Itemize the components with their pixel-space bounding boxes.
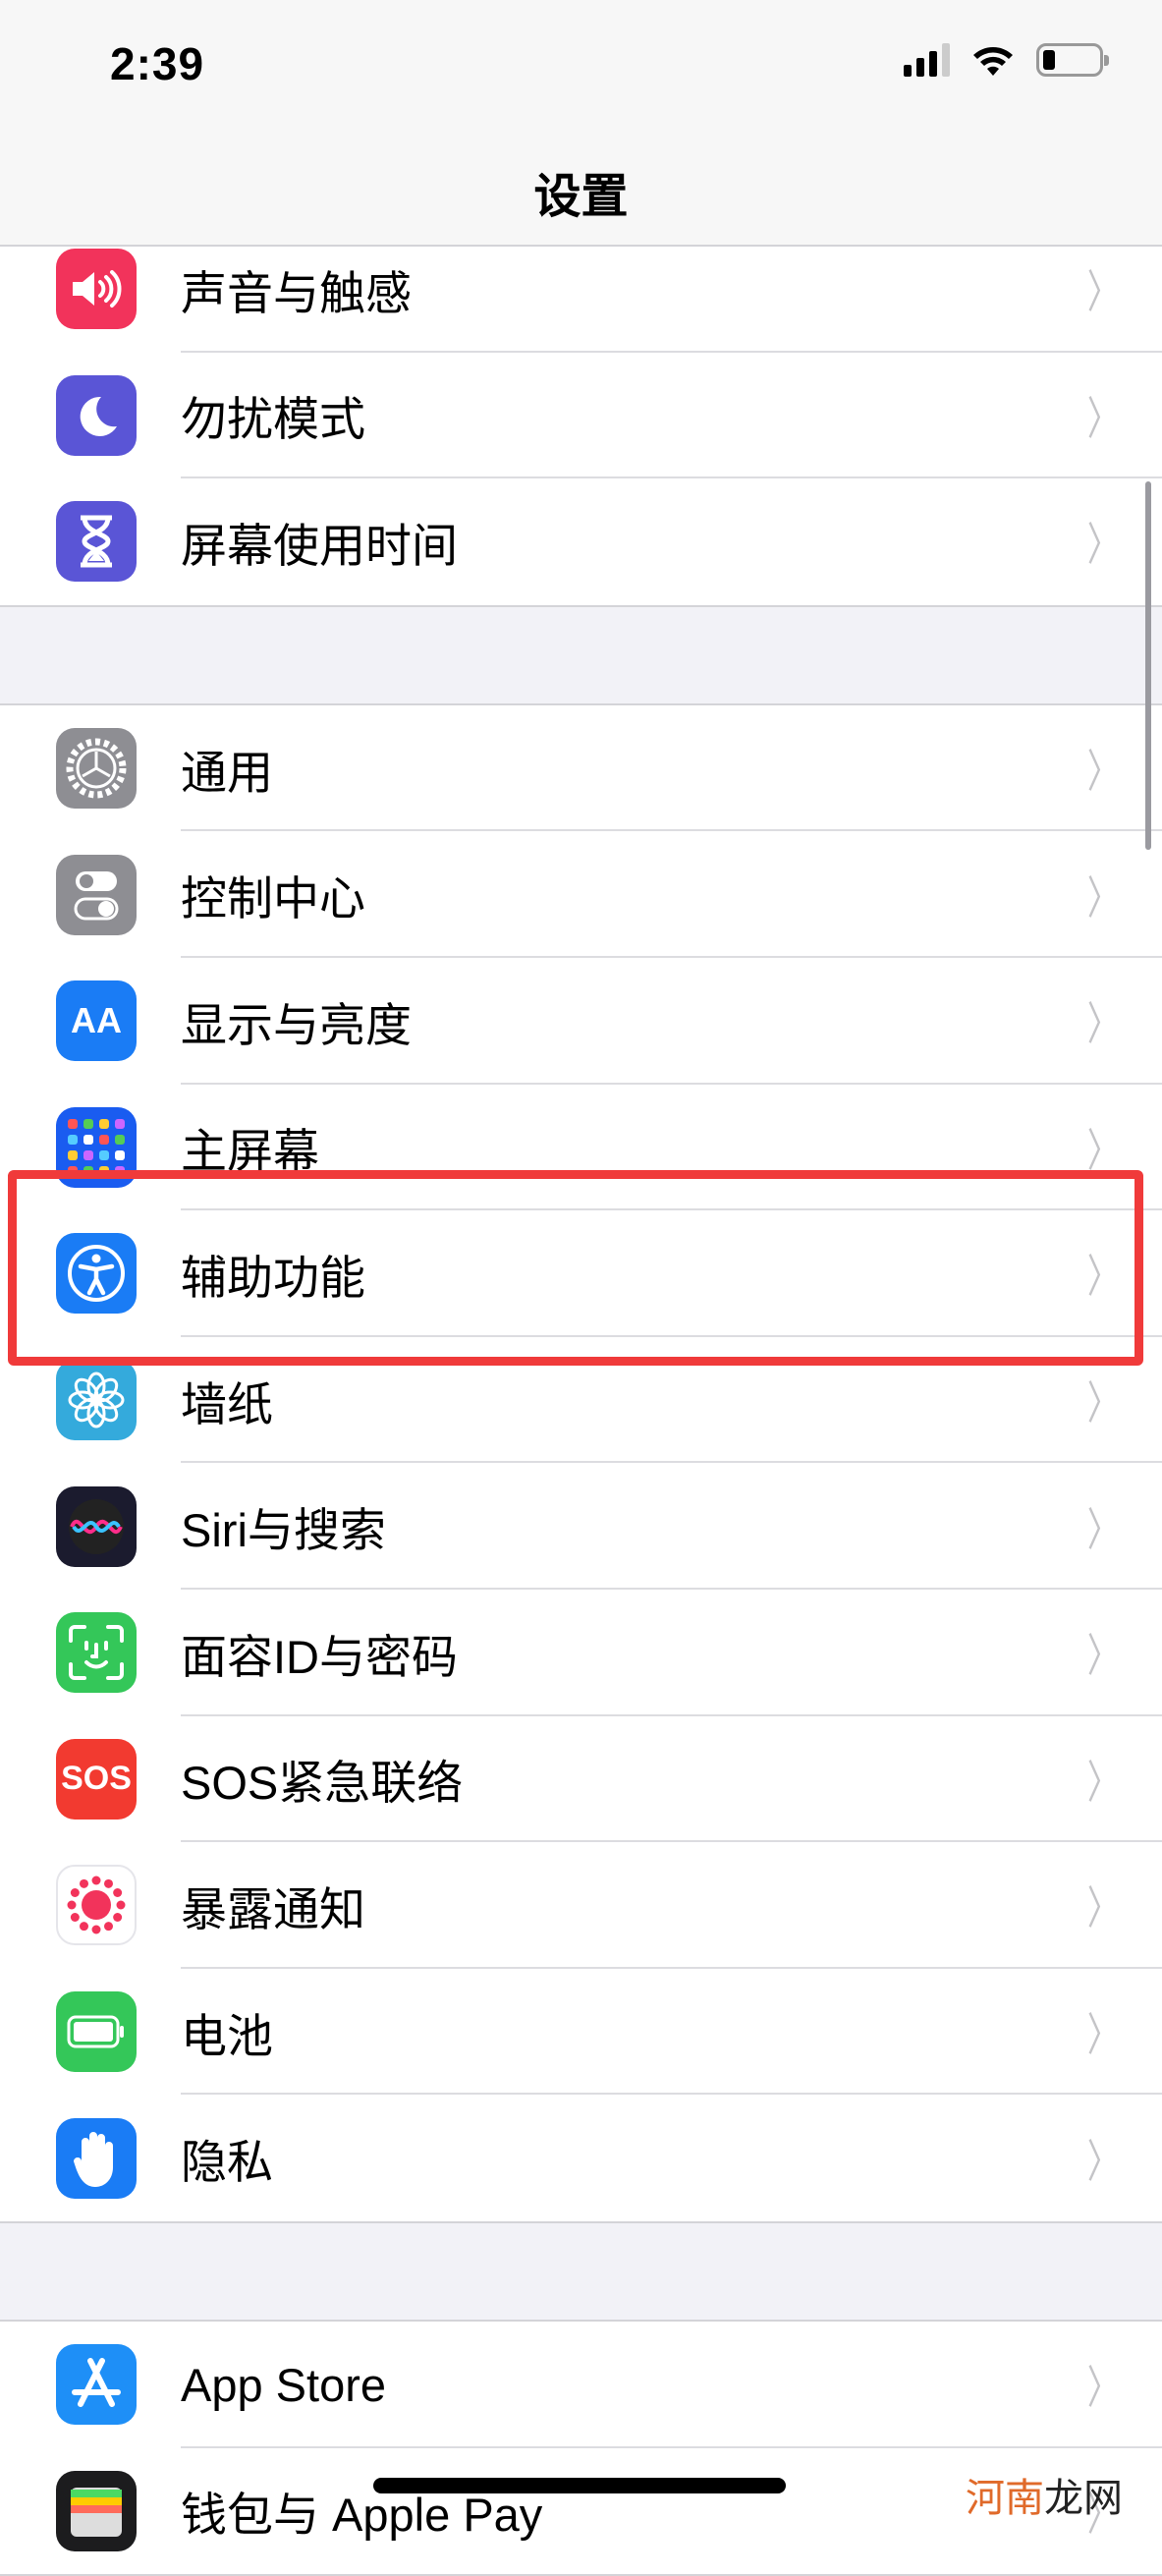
siri-icon — [56, 1485, 137, 1567]
row-label: SOS紧急联络 — [181, 1757, 464, 1810]
gear-icon — [56, 728, 137, 810]
chevron-right-icon: 〉 — [1086, 1756, 1120, 1808]
row-label: 勿扰模式 — [181, 393, 365, 446]
moon-icon — [56, 374, 137, 456]
chevron-right-icon: 〉 — [1086, 392, 1120, 444]
settings-row[interactable]: 电池 〉 — [0, 1969, 1162, 2096]
app-store-icon — [56, 2344, 137, 2426]
row-label: 显示与亮度 — [181, 998, 412, 1051]
wallet-icon — [56, 2470, 137, 2551]
row-label: 控制中心 — [181, 872, 365, 925]
chevron-right-icon: 〉 — [1086, 2362, 1120, 2414]
settings-row[interactable]: 控制中心 〉 — [0, 831, 1162, 958]
face-id-icon — [56, 1612, 137, 1694]
row-label: Siri与搜索 — [181, 1504, 386, 1557]
chevron-right-icon: 〉 — [1086, 266, 1120, 318]
settings-row[interactable]: App Store 〉 — [0, 2322, 1162, 2448]
row-label: 暴露通知 — [181, 1882, 365, 1935]
row-label: App Store — [181, 2358, 387, 2411]
settings-row[interactable]: 屏幕使用时间 〉 — [0, 478, 1162, 605]
settings-group: 通用〉控制中心〉 AA 显示与亮度〉主屏幕〉辅助功能〉墙纸〉 Siri与搜索〉面容ID… — [0, 702, 1162, 2223]
settings-group: App Store 〉钱包与 Apple Pay 〉 — [0, 2319, 1162, 2576]
row-label: 声音与触感 — [181, 266, 412, 319]
chevron-right-icon: 〉 — [1086, 871, 1120, 924]
watermark: 河南龙网 — [966, 2477, 1123, 2520]
settings-row[interactable]: 暴露通知 〉 — [0, 1842, 1162, 1969]
wifi-icon — [973, 47, 1013, 76]
chevron-right-icon: 〉 — [1086, 519, 1120, 571]
speaker-icon — [56, 249, 137, 330]
chevron-right-icon: 〉 — [1086, 1377, 1120, 1429]
signal-icon — [904, 43, 950, 77]
settings-group: 声音与触感〉勿扰模式〉屏幕使用时间〉 — [0, 224, 1162, 607]
scrollbar[interactable] — [1145, 481, 1151, 850]
battery-icon — [1036, 43, 1109, 77]
home-indicator[interactable] — [373, 2478, 786, 2493]
text-size-icon: AA — [56, 980, 137, 1062]
settings-row[interactable]: Siri与搜索 〉 — [0, 1463, 1162, 1590]
settings-row[interactable]: SOS SOS紧急联络 〉 — [0, 1716, 1162, 1843]
battery-icon — [56, 1991, 137, 2073]
toggles-icon — [56, 854, 137, 935]
page-title: 设置 — [533, 171, 629, 223]
status-icons — [904, 43, 1109, 77]
settings-row[interactable]: 面容ID与密码 〉 — [0, 1590, 1162, 1716]
chevron-right-icon: 〉 — [1086, 1630, 1120, 1682]
exposure-icon — [56, 1865, 137, 1946]
chevron-right-icon: 〉 — [1086, 998, 1120, 1050]
settings-row[interactable]: 勿扰模式 〉 — [0, 353, 1162, 479]
settings-row[interactable]: 通用 〉 — [0, 705, 1162, 832]
hand-icon — [56, 2117, 137, 2199]
flower-icon — [56, 1360, 137, 1441]
highlight-box — [8, 1170, 1143, 1366]
row-label: 隐私 — [181, 2136, 273, 2189]
status-time: 2:39 — [110, 38, 205, 89]
nav-header: 2:39 设置 — [0, 0, 1162, 247]
chevron-right-icon: 〉 — [1086, 1882, 1120, 1934]
sos-icon: SOS — [56, 1738, 137, 1820]
row-label: 通用 — [181, 746, 273, 799]
settings-list: 声音与触感〉勿扰模式〉屏幕使用时间〉通用〉控制中心〉 AA 显示与亮度〉主屏幕〉辅助… — [0, 224, 1162, 2576]
hourglass-icon — [56, 501, 137, 583]
settings-row[interactable]: 隐私 〉 — [0, 2095, 1162, 2221]
chevron-right-icon: 〉 — [1086, 2009, 1120, 2061]
chevron-right-icon: 〉 — [1086, 1503, 1120, 1555]
settings-row[interactable]: AA 显示与亮度 〉 — [0, 958, 1162, 1085]
row-label: 面容ID与密码 — [181, 1630, 458, 1683]
row-label: 电池 — [181, 2009, 273, 2062]
chevron-right-icon: 〉 — [1086, 2135, 1120, 2187]
row-label: 屏幕使用时间 — [181, 519, 458, 572]
chevron-right-icon: 〉 — [1086, 746, 1120, 798]
row-label: 墙纸 — [181, 1377, 273, 1430]
